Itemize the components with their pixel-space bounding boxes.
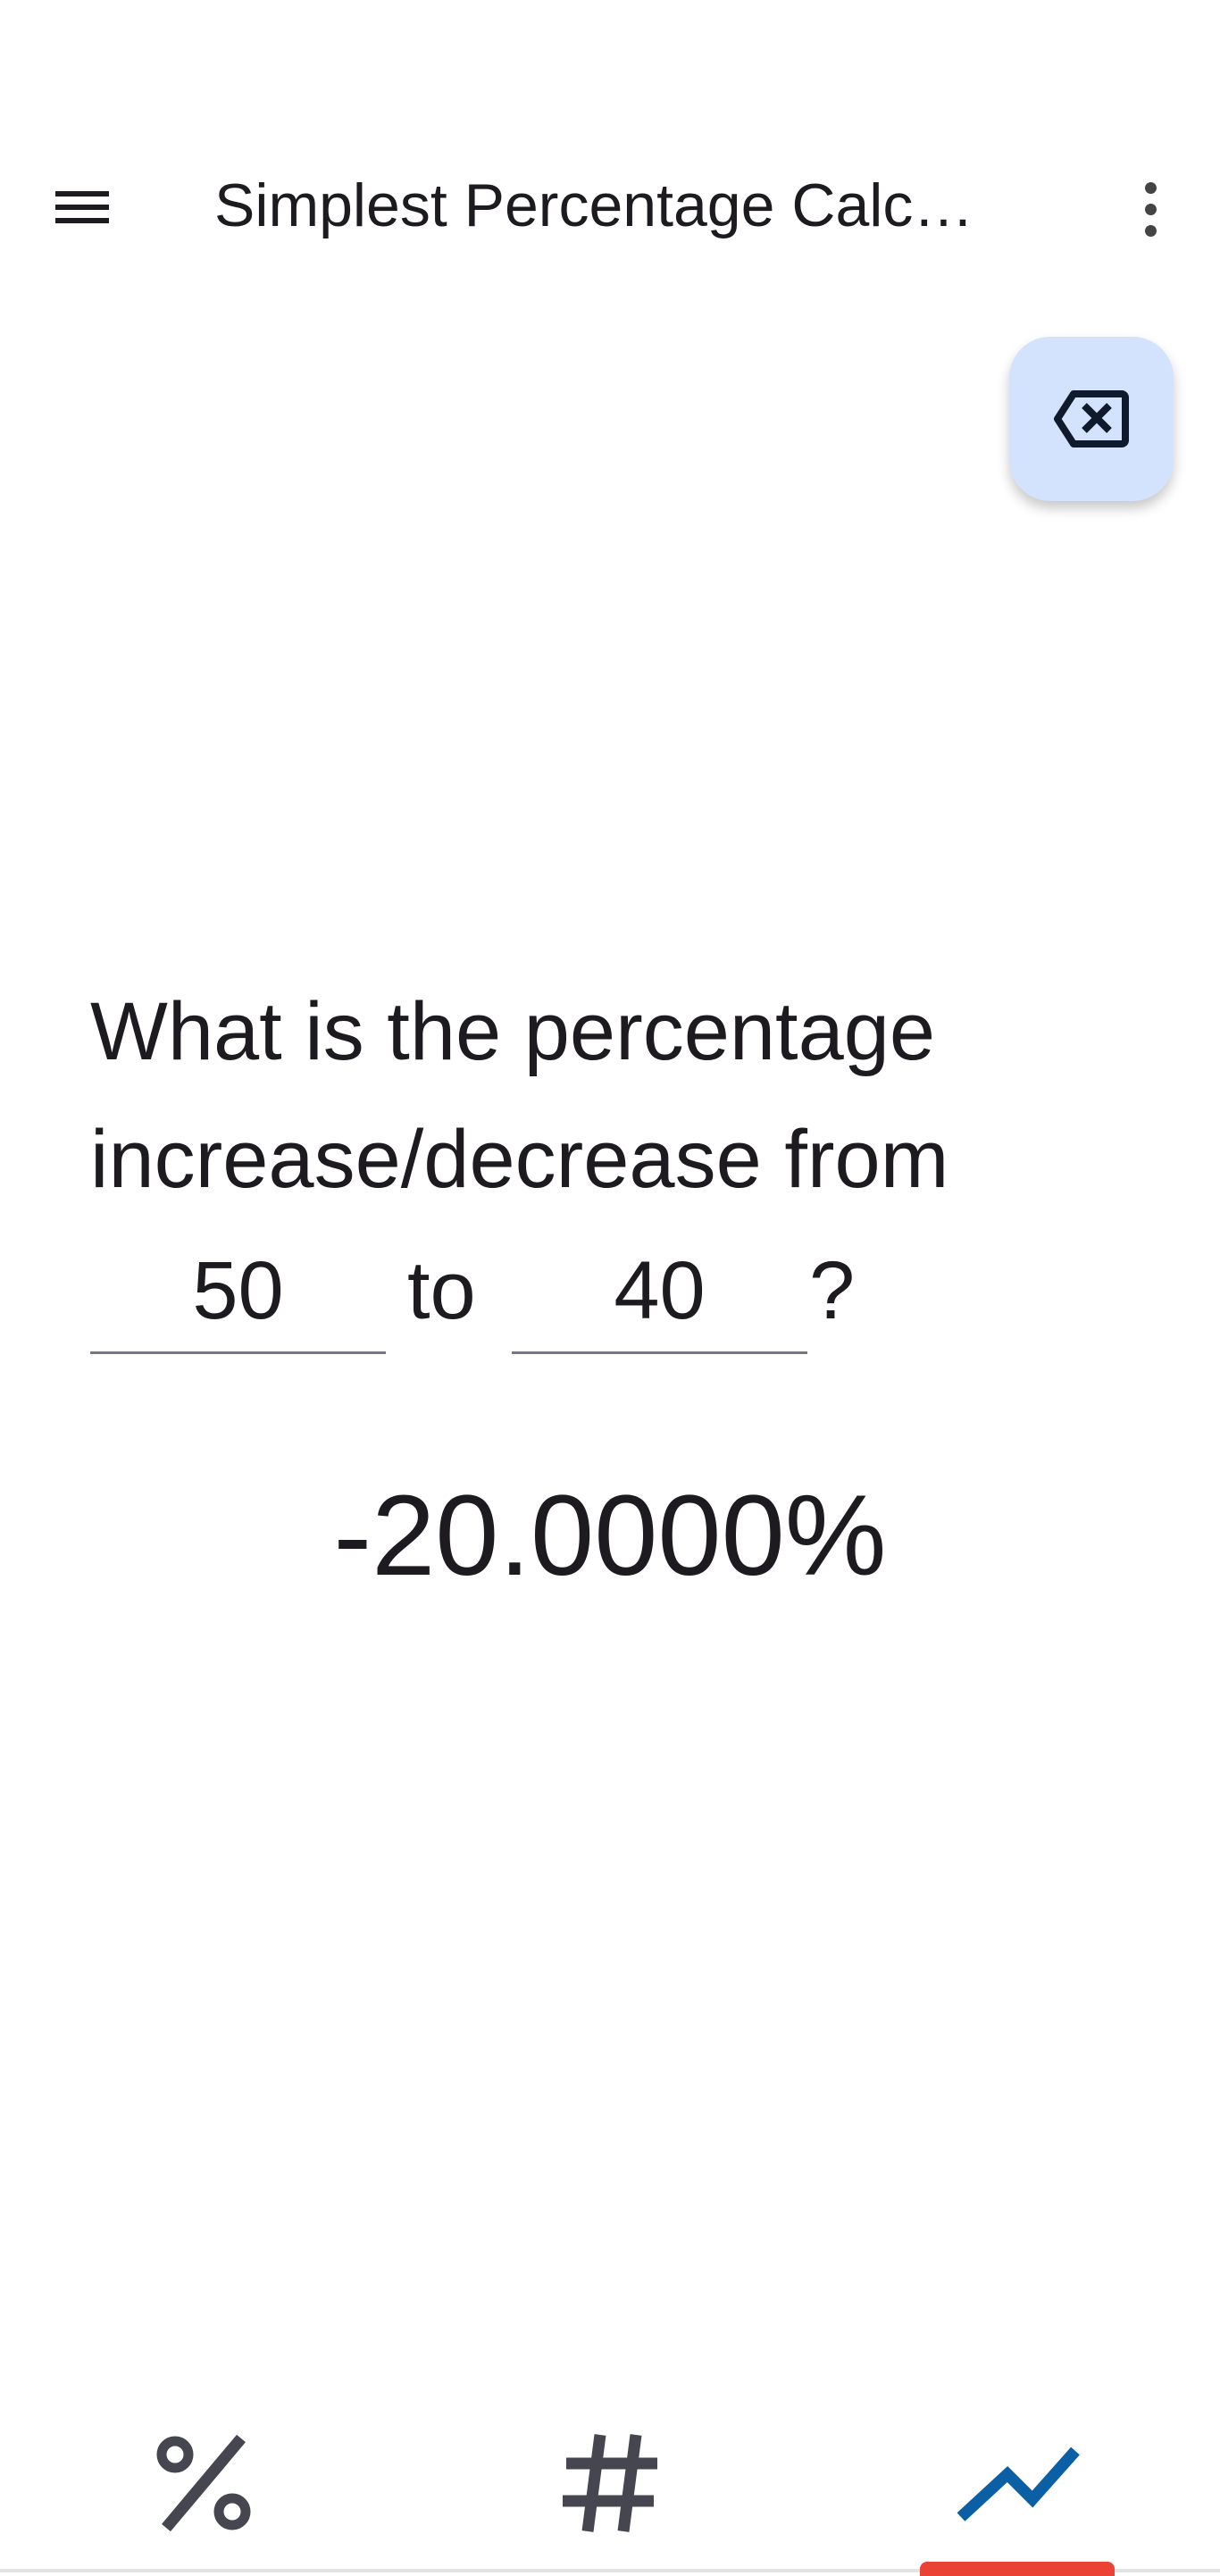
connector-text: to [407,1245,476,1336]
backspace-icon [1054,390,1129,447]
tab-change[interactable] [929,2421,1107,2546]
tab-percent[interactable] [114,2421,293,2546]
percent-icon [156,2434,251,2532]
from-value-input[interactable]: 50 [90,1233,386,1354]
to-value-input[interactable]: 40 [512,1233,807,1354]
selected-tab-indicator [920,2562,1115,2576]
clear-button[interactable] [1009,337,1174,501]
more-options-button[interactable] [1125,175,1175,243]
hamburger-menu-icon [55,191,109,197]
question-mark: ? [809,1245,856,1336]
more-vert-icon [1145,182,1157,194]
result-value: -20.0000% [333,1472,887,1600]
menu-button[interactable] [45,175,120,239]
question-line-2: increase/decrease from [90,1114,949,1205]
question-line-1: What is the percentage [90,986,936,1077]
hash-icon [563,2434,657,2532]
tab-number[interactable] [522,2421,700,2546]
trending-up-icon [957,2446,1080,2522]
app-title: Simplest Percentage Calc… [214,171,974,239]
